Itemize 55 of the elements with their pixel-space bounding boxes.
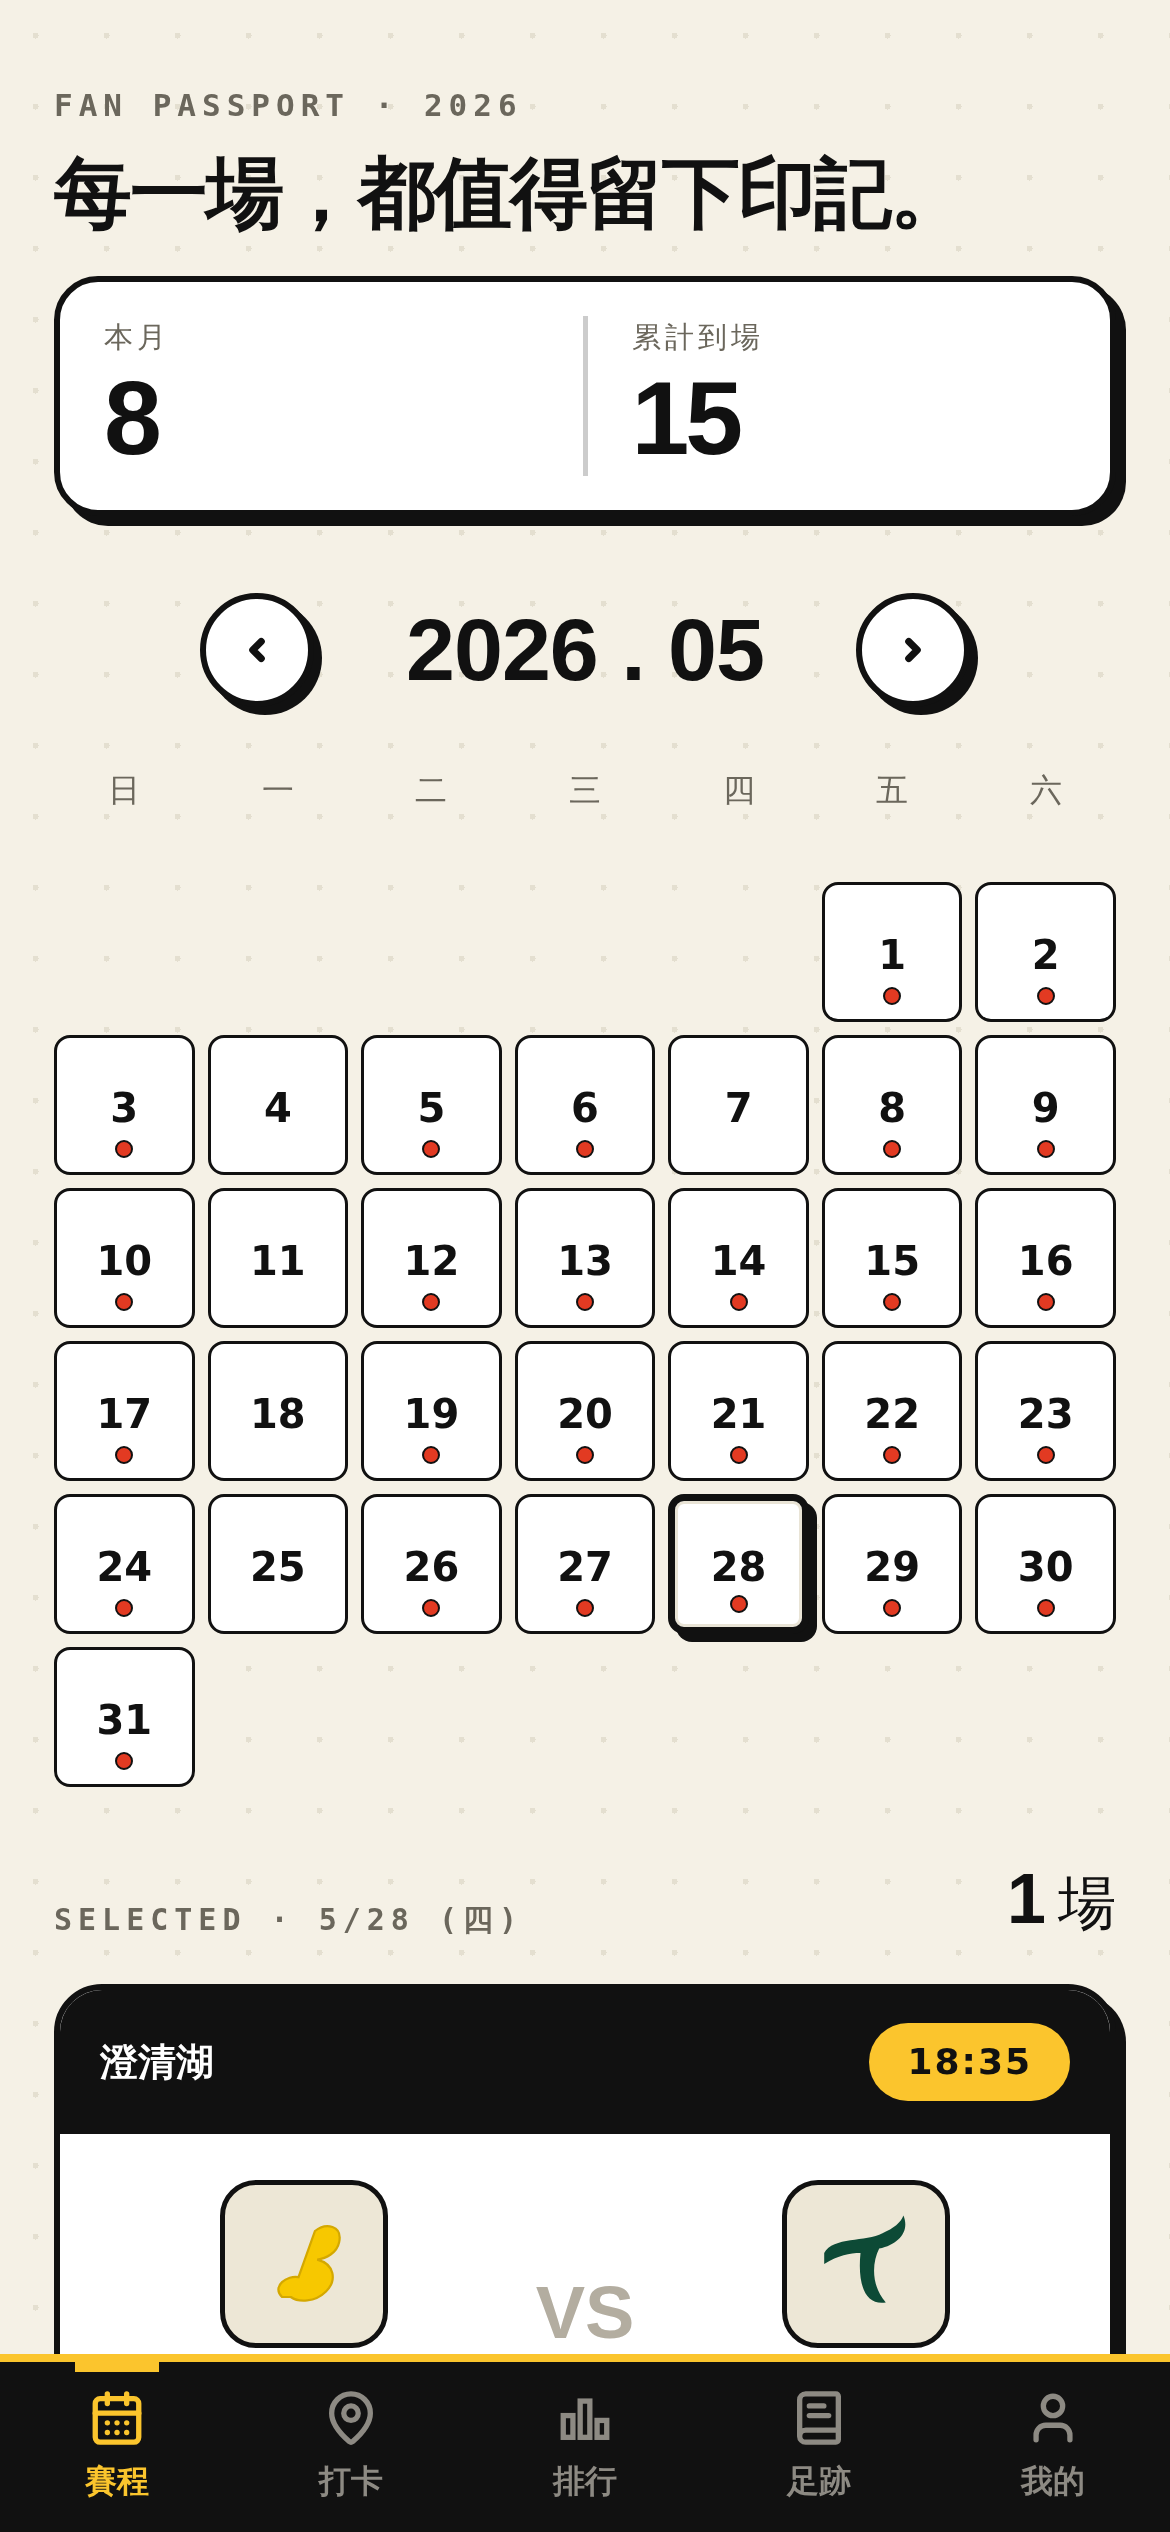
calendar-day[interactable]: 27	[514, 1494, 656, 1635]
calendar-day[interactable]: 16	[975, 1188, 1116, 1329]
venue-label: 澄清湖	[100, 2038, 214, 2086]
weekday-label: 三	[568, 770, 602, 812]
calendar-day[interactable]: 21	[668, 1341, 809, 1482]
weekday-label: 六	[1028, 770, 1063, 812]
time-badge: 18:35	[869, 2023, 1070, 2102]
calendar-day[interactable]: 9	[975, 1035, 1116, 1176]
weekday-label: 日	[107, 770, 142, 812]
calendar-day[interactable]: 24	[54, 1494, 195, 1635]
game-count-unit: 場	[1058, 1868, 1116, 1940]
stat-value: 8	[104, 365, 160, 470]
versus-label: VS	[535, 2276, 635, 2351]
weekday-label: 二	[414, 770, 449, 812]
weekday-label: 四	[721, 770, 756, 812]
calendar-day[interactable]: 2	[975, 882, 1116, 1023]
calendar-day[interactable]: 10	[54, 1188, 195, 1329]
calendar-day[interactable]: 6	[514, 1035, 656, 1176]
stat-label: 累計到場	[631, 319, 765, 357]
calendar-day[interactable]: 13	[514, 1188, 656, 1329]
calendar-day[interactable]: 18	[207, 1341, 349, 1482]
calendar-day[interactable]: 1	[821, 882, 963, 1023]
calendar-day[interactable]: 31	[54, 1647, 195, 1788]
tab[interactable]: 我的	[936, 2362, 1170, 2532]
calendar-day[interactable]: 19	[361, 1341, 502, 1482]
calendar-day[interactable]: 25	[207, 1494, 349, 1635]
tab[interactable]: 排行	[468, 2362, 702, 2532]
calendar-day[interactable]: 23	[975, 1341, 1116, 1482]
calendar-day[interactable]: 17	[54, 1341, 195, 1482]
weekday-label: 一	[260, 770, 295, 812]
month-label: 2026 . 05	[406, 599, 764, 702]
stat-label: 本月	[104, 319, 171, 357]
calendar-day[interactable]: 26	[361, 1494, 502, 1635]
calendar-day[interactable]: 30	[975, 1494, 1116, 1635]
calendar-day[interactable]: 15	[821, 1188, 963, 1329]
calendar-day[interactable]: 22	[821, 1341, 963, 1482]
weekday-label: 五	[875, 770, 910, 812]
calendar-day[interactable]: 3	[54, 1035, 195, 1176]
calendar-day[interactable]: 29	[821, 1494, 963, 1635]
tab[interactable]: 賽程	[0, 2362, 234, 2532]
calendar-day[interactable]: 11	[207, 1188, 349, 1329]
calendar-day[interactable]: 4	[207, 1035, 349, 1176]
calendar-day[interactable]: 20	[514, 1341, 656, 1482]
calendar-day[interactable]: 14	[668, 1188, 809, 1329]
selected-date-label: SELECTED · 5/28 (四)	[54, 1901, 524, 1940]
tab[interactable]: 打卡	[234, 2362, 468, 2532]
calendar-day[interactable]: 7	[668, 1035, 809, 1176]
stat-value: 15	[631, 365, 741, 470]
game-count: 1	[1007, 1859, 1046, 1941]
page-title: 每一場，都值得留下印記。	[54, 146, 967, 240]
calendar-day[interactable]: 12	[361, 1188, 502, 1329]
calendar-day[interactable]: 8	[821, 1035, 963, 1176]
calendar-day[interactable]: 5	[361, 1035, 502, 1176]
eyebrow-label: FAN PASSPORT · 2026	[54, 86, 524, 125]
tab[interactable]: 足跡	[702, 2362, 936, 2532]
